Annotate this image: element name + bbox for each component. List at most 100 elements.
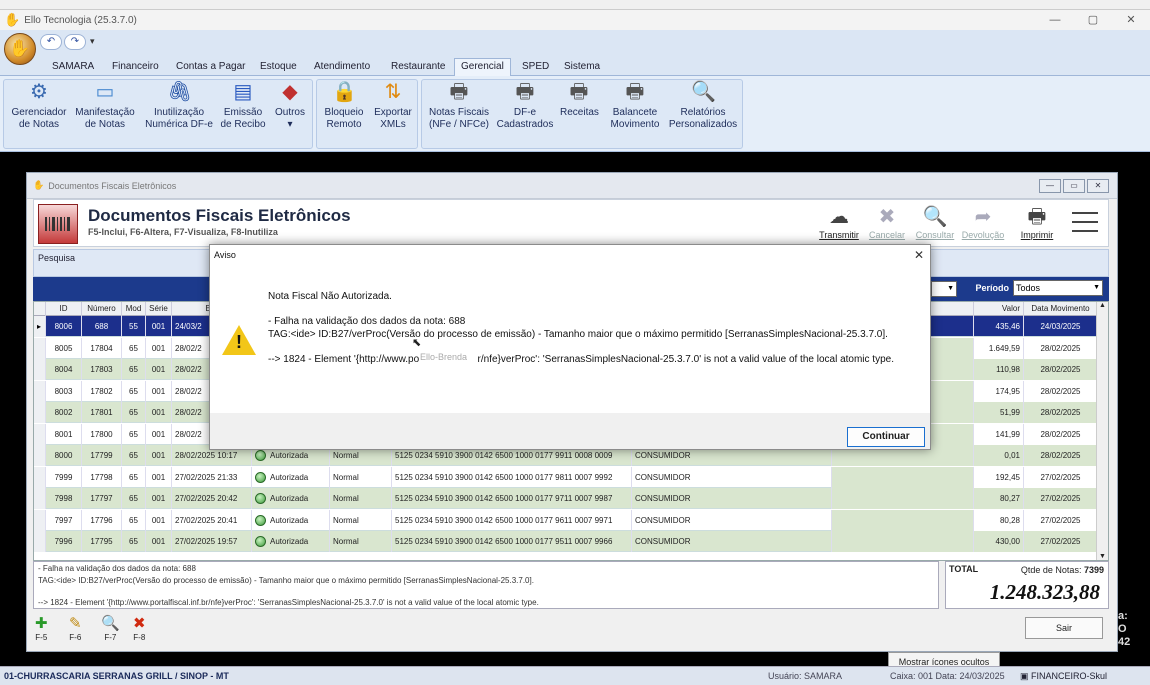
cell-id: 8004	[46, 359, 82, 380]
cell-chave: 5125 0234 5910 3900 0142 6500 1000 0177 …	[392, 488, 632, 509]
sair-button[interactable]: Sair	[1025, 617, 1103, 639]
window-icon: ▭	[95, 81, 115, 103]
add-icon: ✚	[35, 615, 48, 632]
dialog-footer: Continuar	[210, 413, 930, 449]
col-id[interactable]: ID	[46, 302, 82, 316]
paperclip-icon: 🖇	[167, 81, 193, 103]
cell-valor: 51,99	[974, 402, 1024, 423]
background-text-fragment: a: O 42	[1118, 610, 1131, 648]
table-row[interactable]: 7996 17795 65 001 27/02/2025 19:57 Autorizada…	[34, 531, 1098, 552]
imprimir-button[interactable]: 🖶 Imprimir	[1014, 204, 1060, 240]
dialog-close-button[interactable]: ✕	[914, 245, 924, 265]
periodo-value: Todos	[1016, 283, 1041, 293]
cell-status: Autorizada	[252, 488, 330, 509]
grid-vertical-scrollbar[interactable]: ▲ ▼	[1096, 302, 1108, 560]
status-module: ▣ FINANCEIRO-Skul	[1020, 667, 1107, 685]
cell-tipo: Normal	[330, 509, 392, 531]
ribbon-label-line1: Inutilização	[153, 107, 205, 118]
continuar-button[interactable]: Continuar	[847, 427, 925, 447]
fkey-label: F-8	[133, 633, 146, 642]
barcode-logo-icon	[38, 204, 78, 244]
report-search-icon: 🔍	[691, 81, 716, 103]
mdi-close-button[interactable]: ✕	[1087, 179, 1109, 193]
ribbon-button-gerenciador[interactable]: ⚙ Gerenciador de Notas	[4, 80, 74, 131]
lock-icon: 🔒	[332, 81, 357, 103]
row-indicator	[34, 359, 46, 380]
ribbon-button-exportar[interactable]: ⇅ Exportar XMLs	[370, 80, 416, 131]
fkey-f-7-button[interactable]: 🔍 F-7	[101, 615, 120, 642]
fkey-f-5-button[interactable]: ✚ F-5	[35, 615, 48, 642]
cell-serie: 001	[146, 337, 172, 359]
mdi-restore-button[interactable]: ▭	[1063, 179, 1085, 193]
ribbon-button-inutiliza-o[interactable]: 🖇 Inutilização Numérica DF-e	[144, 80, 214, 131]
col-valor[interactable]: Valor	[974, 302, 1024, 316]
ribbon-button-notas-fiscais[interactable]: 🖶 Notas Fiscais (NFe / NFCe)	[426, 80, 492, 131]
cell-mod: 65	[122, 380, 146, 402]
ribbon-label-line2: Remoto	[326, 119, 362, 130]
tab-financeiro[interactable]: Financeiro	[106, 59, 165, 75]
scroll-down-icon[interactable]: ▼	[1097, 553, 1108, 560]
cell-mod: 65	[122, 423, 146, 445]
ribbon-button-df-e[interactable]: 🖶 DF-e Cadastrados	[494, 80, 556, 131]
status-text: Autorizada	[270, 515, 309, 525]
ribbon-panel: ⚙ Gerenciador de Notas ▭ Manifestação de Nota…	[0, 76, 1150, 152]
cell-valor: 141,99	[974, 423, 1024, 445]
status-text: Autorizada	[270, 472, 309, 482]
status-ok-icon	[255, 471, 266, 483]
table-row[interactable]: 7997 17796 65 001 27/02/2025 20:41 Autorizada…	[34, 509, 1098, 531]
hamburger-menu-icon[interactable]	[1072, 212, 1098, 232]
cell-serie: 001	[146, 380, 172, 402]
cell-gap	[832, 509, 974, 531]
fkey-f-6-button[interactable]: ✎ F-6	[69, 615, 82, 642]
cell-num: 17804	[82, 337, 122, 359]
ribbon-button-bloqueio[interactable]: 🔒 Bloqueio Remoto	[320, 80, 368, 131]
fkey-f-8-button[interactable]: ✖ F-8	[133, 615, 146, 642]
ribbon-button-emiss-o[interactable]: ▤ Emissão de Recibo	[218, 80, 268, 131]
cell-id: 8002	[46, 402, 82, 423]
ribbon-button-outros[interactable]: ◆ Outros ▾	[272, 80, 308, 131]
tab-contas-a-pagar[interactable]: Contas a Pagar	[170, 59, 252, 75]
cell-data: 28/02/2025	[1024, 423, 1098, 445]
col-serie[interactable]: Série	[146, 302, 172, 316]
tab-sistema[interactable]: Sistema	[558, 59, 606, 75]
col-mod[interactable]: Mod	[122, 302, 146, 316]
status-company: 01-CHURRASCARIA SERRANAS GRILL / SINOP -…	[4, 671, 229, 681]
maximize-button[interactable]: ▢	[1074, 10, 1112, 30]
ribbon-button-manifesta-o[interactable]: ▭ Manifestação de Notas	[74, 80, 136, 131]
ribbon-label-line2: Personalizados	[668, 119, 738, 130]
tab-sped[interactable]: SPED	[516, 59, 555, 75]
tab-restaurante[interactable]: Restaurante	[385, 59, 451, 75]
minimize-button[interactable]: —	[1036, 10, 1074, 30]
redo-icon[interactable]: ↷	[64, 34, 86, 50]
tab-estoque[interactable]: Estoque	[254, 59, 303, 75]
ribbon-label-line1: DF-e	[513, 107, 537, 118]
tab-gerencial[interactable]: Gerencial	[454, 58, 511, 77]
scroll-up-icon[interactable]: ▲	[1097, 302, 1108, 309]
table-row[interactable]: 7999 17798 65 001 27/02/2025 21:33 Autorizada…	[34, 466, 1098, 488]
tab-samara[interactable]: SAMARA	[46, 59, 100, 75]
ribbon-label-line1: Manifestação	[75, 107, 135, 118]
ribbon-button-balancete[interactable]: 🖶 Balancete Movimento	[604, 80, 666, 131]
ribbon-button-receitas[interactable]: 🖶 Receitas	[560, 80, 599, 119]
cell-num: 17802	[82, 380, 122, 402]
status-ok-icon	[255, 536, 266, 548]
mdi-minimize-button[interactable]: —	[1039, 179, 1061, 193]
periodo-select[interactable]: Todos	[1013, 280, 1103, 296]
periodo-label: Período	[975, 283, 1009, 293]
total-label: TOTAL	[949, 564, 979, 574]
col-numero[interactable]: Número	[82, 302, 122, 316]
app-menu-orb-icon[interactable]: ✋	[4, 33, 36, 65]
filter-dropdown[interactable]	[931, 281, 957, 297]
table-row[interactable]: 7998 17797 65 001 27/02/2025 20:42 Autorizada…	[34, 488, 1098, 509]
cell-num: 17803	[82, 359, 122, 380]
grid-indicator-col	[34, 302, 46, 316]
cell-tipo: Normal	[330, 466, 392, 488]
close-button[interactable]: ✕	[1112, 10, 1150, 30]
col-data-movimento[interactable]: Data Movimento	[1024, 302, 1098, 316]
qat-dropdown-icon[interactable]: ▾	[90, 36, 95, 47]
undo-icon[interactable]: ↶	[40, 34, 62, 50]
dialog-message-title: Nota Fiscal Não Autorizada.	[268, 291, 392, 302]
transmitir-button[interactable]: ☁ Transmitir	[816, 204, 862, 240]
ribbon-button-relat-rios[interactable]: 🔍 Relatórios Personalizados	[668, 80, 738, 131]
tab-atendimento[interactable]: Atendimento	[308, 59, 376, 75]
